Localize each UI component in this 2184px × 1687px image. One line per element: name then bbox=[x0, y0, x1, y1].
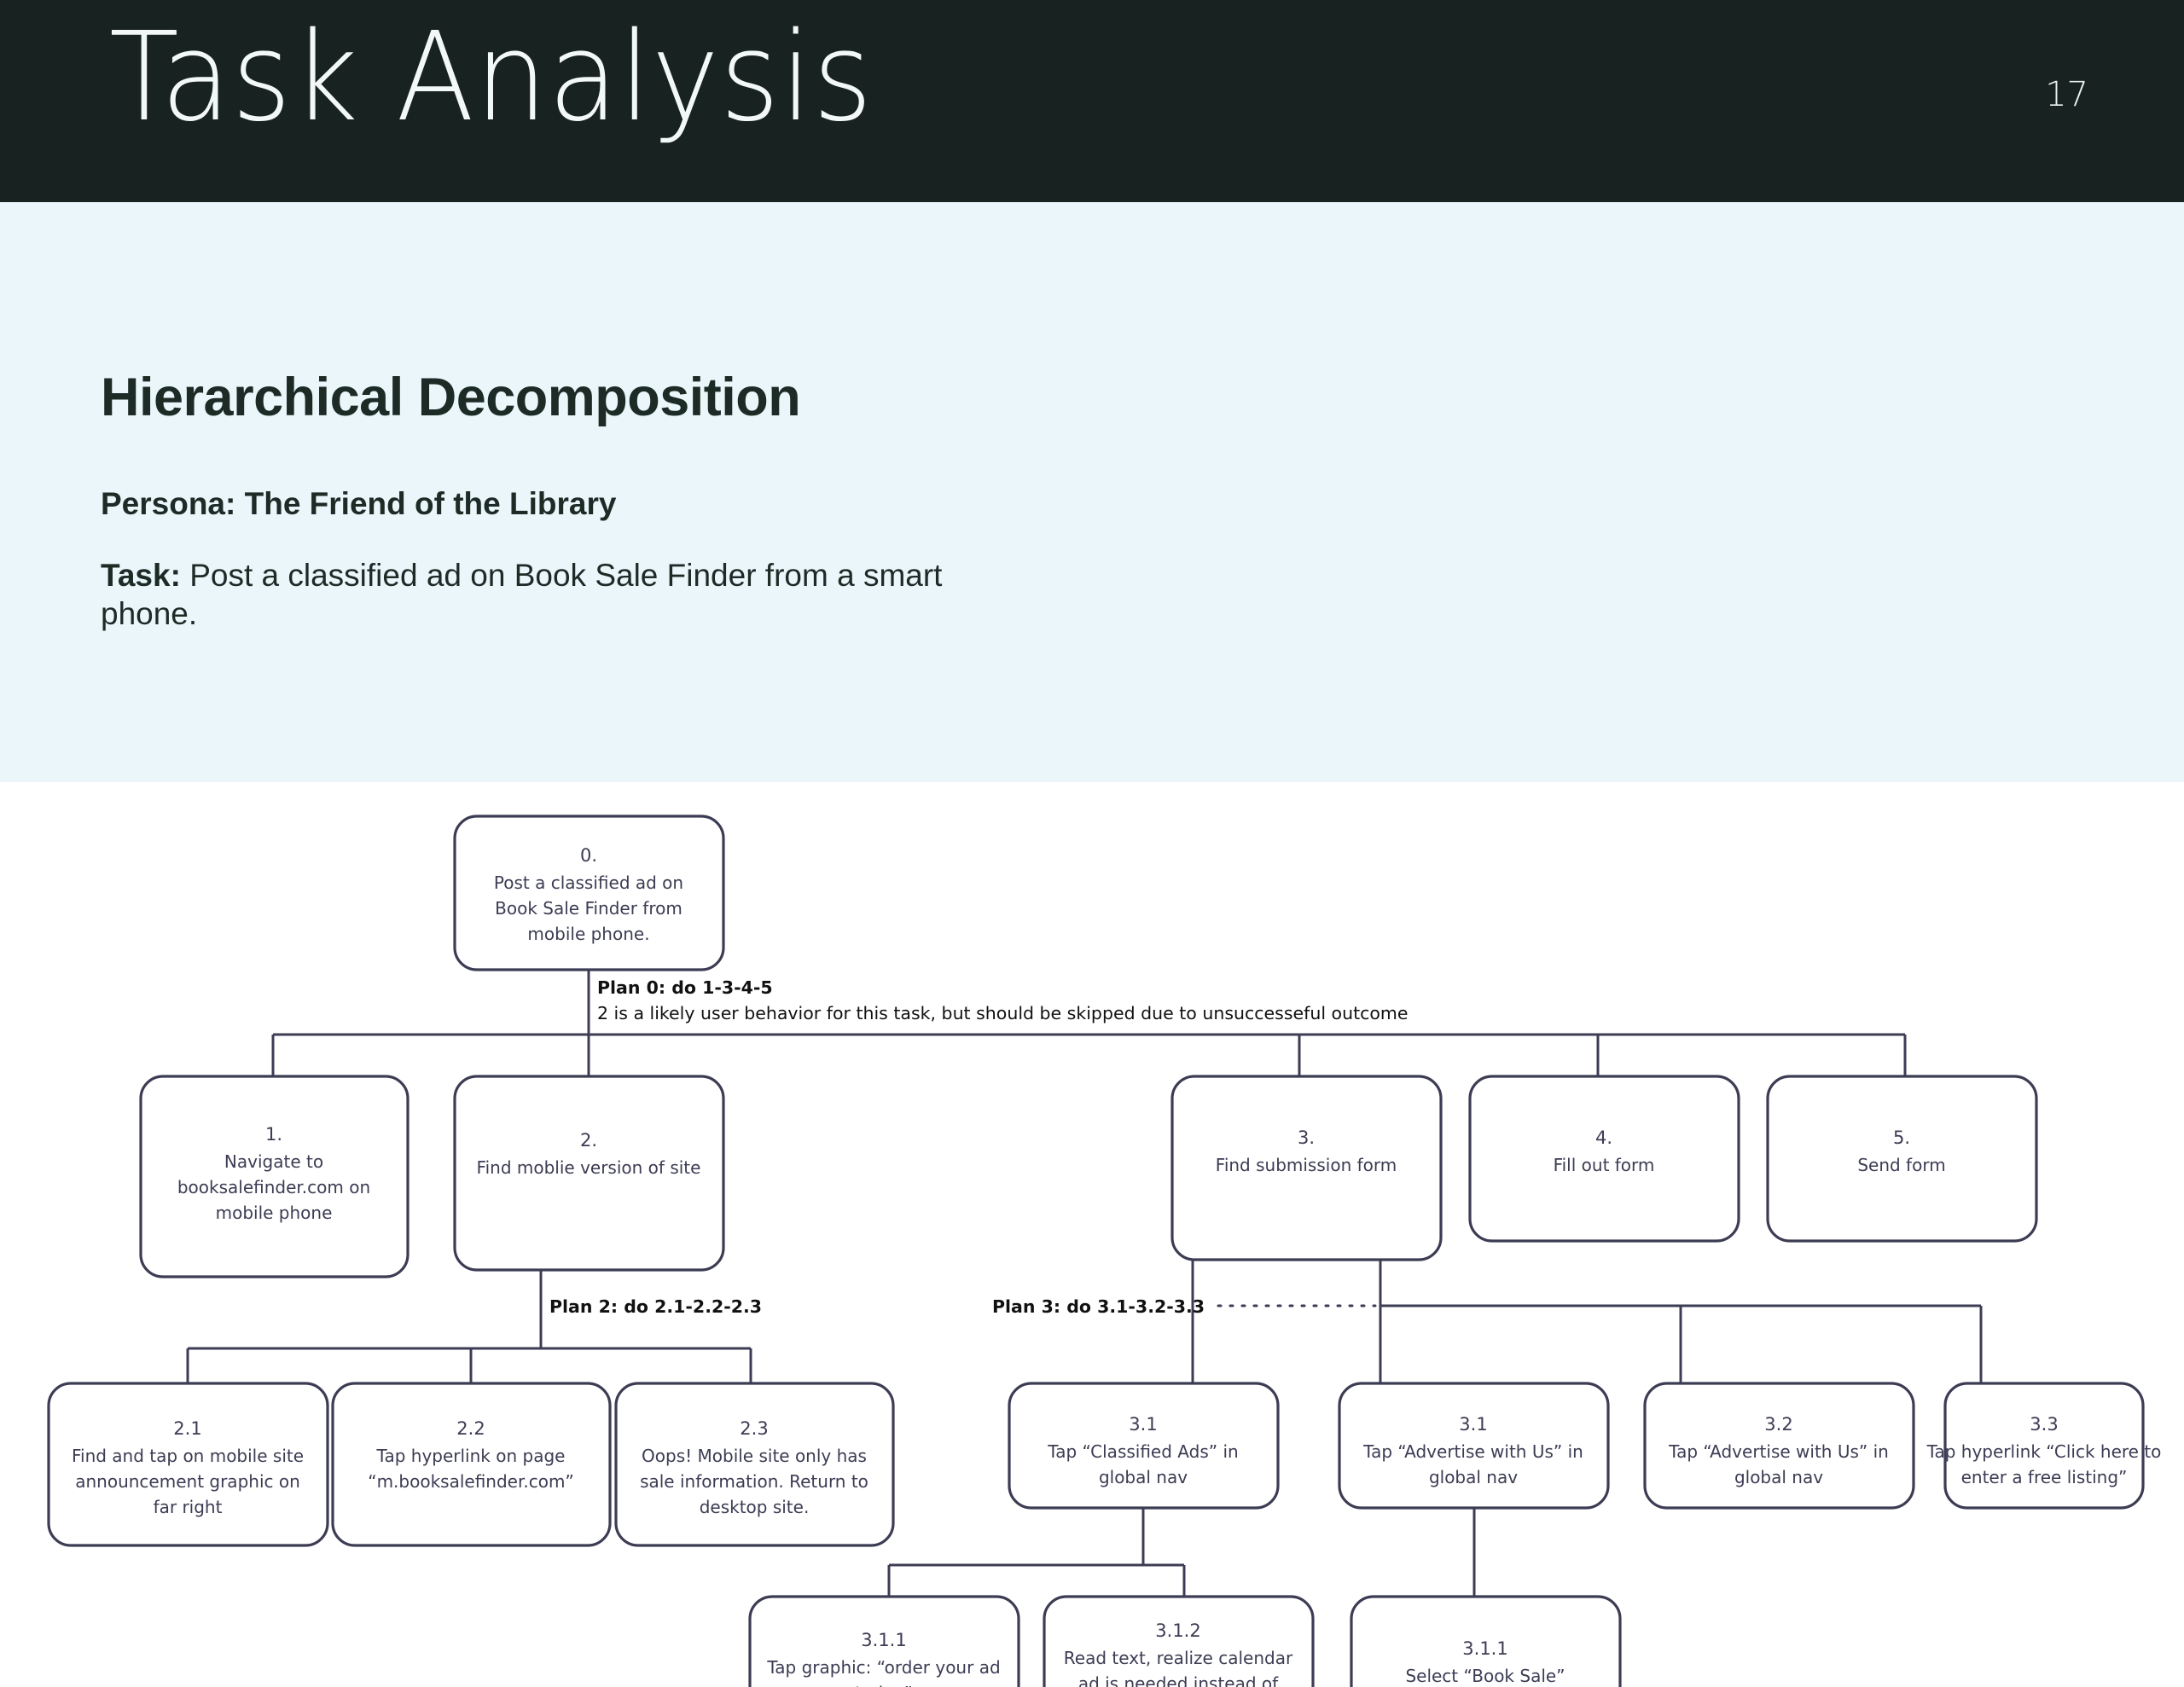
task-node-3-2-line-1: Tap “Advertise with Us” in bbox=[1668, 1441, 1889, 1462]
intro-band: Hierarchical Decomposition Persona: The … bbox=[0, 202, 2184, 782]
task-node-3-3-line-1: Tap hyperlink “Click here to bbox=[1926, 1441, 2162, 1462]
task-node-1-line-2: booksalefinder.com on bbox=[177, 1177, 370, 1197]
task-node-0-line-1: Post a classified ad on bbox=[494, 872, 683, 893]
task-node-3-3[interactable]: 3.3 Tap hyperlink “Click here to enter a… bbox=[1926, 1382, 2162, 1510]
task-node-1-number: 1. bbox=[265, 1124, 282, 1145]
section-heading: Hierarchical Decomposition bbox=[101, 368, 801, 427]
task-node-4[interactable]: 4. Fill out form bbox=[1468, 1075, 1740, 1243]
task-node-3-1-1-book-sale-line-1: Select “Book Sale” bbox=[1405, 1666, 1565, 1686]
task-node-2-1-line-2: announcement graphic on bbox=[75, 1471, 300, 1492]
task-node-2-1-line-1: Find and tap on mobile site bbox=[72, 1446, 304, 1466]
task-node-3-1-1-order-your-ad-number: 3.1.1 bbox=[861, 1630, 906, 1650]
task-value: Post a classified ad on Book Sale Finder… bbox=[101, 558, 943, 632]
task-node-2-line-1: Find moblie version of site bbox=[477, 1157, 701, 1178]
task-node-2-3-line-1: Oops! Mobile site only has bbox=[642, 1446, 867, 1466]
task-node-2-3-number: 2.3 bbox=[740, 1418, 768, 1439]
task-node-0-box[interactable] bbox=[453, 815, 725, 971]
task-node-1[interactable]: 1. Navigate to booksalefinder.com on mob… bbox=[139, 1075, 410, 1278]
plan-0-line-2: 2 is a likely user behavior for this tas… bbox=[597, 1003, 1409, 1023]
persona-line: Persona: The Friend of the Library bbox=[101, 486, 617, 521]
connector-node2-to-2x bbox=[186, 1270, 752, 1383]
task-node-2-3-line-3: desktop site. bbox=[700, 1497, 810, 1517]
plan-0-label: Plan 0: do 1-3-4-5 2 is a likely user be… bbox=[597, 977, 1409, 1023]
task-node-3-line-1: Find submission form bbox=[1216, 1155, 1397, 1175]
task-node-5-number: 5. bbox=[1893, 1128, 1910, 1148]
task-node-3-1-2-line-2: ad is needed instead of bbox=[1078, 1673, 1279, 1687]
task-node-1-line-3: mobile phone bbox=[216, 1203, 333, 1223]
task-node-3-number: 3. bbox=[1298, 1128, 1315, 1148]
task-node-3[interactable]: 3. Find submission form bbox=[1170, 1075, 1443, 1261]
task-node-3-1-2-line-1: Read text, realize calendar bbox=[1064, 1648, 1293, 1668]
task-node-3-1-classified-ads-line-1: Tap “Classified Ads” in bbox=[1047, 1441, 1238, 1462]
task-node-2-1[interactable]: 2.1 Find and tap on mobile site announce… bbox=[47, 1382, 329, 1547]
task-label: Task: bbox=[101, 558, 181, 593]
task-node-4-number: 4. bbox=[1595, 1128, 1612, 1148]
task-node-3-2[interactable]: 3.2 Tap “Advertise with Us” in global na… bbox=[1643, 1382, 1915, 1510]
slide-title: Task Analysis bbox=[109, 5, 874, 148]
task-node-2-3[interactable]: 2.3 Oops! Mobile site only has sale info… bbox=[614, 1382, 895, 1547]
page-number: 17 bbox=[2045, 75, 2088, 114]
task-node-2-2[interactable]: 2.2 Tap hyperlink on page “m.booksalefin… bbox=[331, 1382, 612, 1547]
connector-node3-to-3x bbox=[1191, 1260, 1983, 1383]
task-node-1-line-1: Navigate to bbox=[224, 1151, 323, 1172]
task-node-3-2-number: 3.2 bbox=[1764, 1414, 1792, 1435]
task-node-4-line-1: Fill out form bbox=[1554, 1155, 1655, 1175]
task-node-3-1-2[interactable]: 3.1.2 Read text, realize calendar ad is … bbox=[1043, 1595, 1315, 1687]
task-node-3-1-1-order-your-ad-line-2: today” bbox=[855, 1683, 912, 1687]
task-node-3-1-1-book-sale[interactable]: 3.1.1 Select “Book Sale” category hyperl… bbox=[1350, 1595, 1622, 1687]
task-node-5[interactable]: 5. Send form bbox=[1766, 1075, 2038, 1243]
slide-header-bar: Task Analysis 17 bbox=[0, 0, 2184, 202]
task-node-3-1-1-book-sale-number: 3.1.1 bbox=[1462, 1638, 1507, 1659]
task-node-2-1-line-3: far right bbox=[154, 1497, 223, 1517]
plan-2-line-1: Plan 2: do 2.1-2.2-2.3 bbox=[549, 1296, 762, 1317]
task-node-2-3-line-2: sale information. Return to bbox=[640, 1471, 868, 1492]
task-node-3-1-advertise-with-us-line-2: global nav bbox=[1429, 1467, 1518, 1487]
task-node-3-1-classified-ads-line-2: global nav bbox=[1099, 1467, 1188, 1487]
task-node-3-1-advertise-with-us-line-1: Tap “Advertise with Us” in bbox=[1362, 1441, 1583, 1462]
task-node-5-line-1: Send form bbox=[1857, 1155, 1945, 1175]
task-node-3-1-1-order-your-ad[interactable]: 3.1.1 Tap graphic: “order your ad today” bbox=[748, 1595, 1020, 1687]
connector-31a-to-311 bbox=[887, 1508, 1186, 1597]
plan-3-line-1: Plan 3: do 3.1-3.2-3.3 bbox=[992, 1296, 1205, 1317]
task-node-2-2-line-2: “m.booksalefinder.com” bbox=[368, 1471, 574, 1492]
task-node-2-number: 2. bbox=[580, 1130, 597, 1151]
task-node-0-line-2: Book Sale Finder from bbox=[495, 898, 682, 919]
task-node-2-2-line-1: Tap hyperlink on page bbox=[376, 1446, 566, 1466]
plan-3-label: Plan 3: do 3.1-3.2-3.3 bbox=[992, 1296, 1205, 1317]
task-line: Task: Post a classified ad on Book Sale … bbox=[101, 556, 1039, 633]
task-node-3-1-1-order-your-ad-line-1: Tap graphic: “order your ad bbox=[766, 1657, 1000, 1678]
task-node-3-1-classified-ads[interactable]: 3.1 Tap “Classified Ads” in global nav bbox=[1008, 1382, 1280, 1510]
task-node-3-3-number: 3.3 bbox=[2030, 1414, 2058, 1435]
task-node-0-line-3: mobile phone. bbox=[527, 924, 649, 944]
hierarchical-task-analysis-diagram: 0. Post a classified ad on Book Sale Fin… bbox=[0, 782, 2184, 1687]
task-node-3-2-line-2: global nav bbox=[1734, 1467, 1823, 1487]
task-node-3-3-line-2: enter a free listing” bbox=[1961, 1467, 2128, 1487]
task-node-3-1-advertise-with-us-number: 3.1 bbox=[1459, 1414, 1487, 1435]
task-node-0[interactable]: 0. Post a classified ad on Book Sale Fin… bbox=[453, 815, 725, 971]
task-node-3-1-advertise-with-us[interactable]: 3.1 Tap “Advertise with Us” in global na… bbox=[1338, 1382, 1610, 1510]
task-node-2[interactable]: 2. Find moblie version of site bbox=[453, 1075, 725, 1272]
plan-2-label: Plan 2: do 2.1-2.2-2.3 bbox=[549, 1296, 762, 1317]
task-node-2-2-number: 2.2 bbox=[456, 1418, 485, 1439]
task-node-3-1-2-number: 3.1.2 bbox=[1155, 1620, 1200, 1641]
task-node-3-1-classified-ads-number: 3.1 bbox=[1129, 1414, 1157, 1435]
task-node-0-number: 0. bbox=[580, 845, 597, 866]
plan-0-line-1: Plan 0: do 1-3-4-5 bbox=[597, 977, 773, 998]
task-node-2-1-number: 2.1 bbox=[173, 1418, 201, 1439]
